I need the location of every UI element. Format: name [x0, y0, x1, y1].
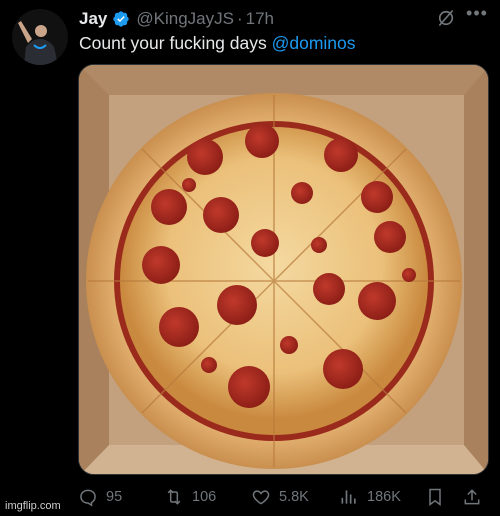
mention-link[interactable]: @dominos [272, 33, 356, 53]
bookmark-icon [429, 488, 441, 506]
tweet-text: Count your fucking days @dominos [79, 32, 356, 54]
reply-icon [80, 489, 96, 507]
tweet: Jay @KingJayJS · 17h ••• Count your fuck… [0, 0, 500, 516]
heart-icon [252, 490, 270, 505]
tweet-media-photo[interactable] [78, 64, 489, 475]
share-button[interactable] [462, 485, 490, 509]
bookmark-button[interactable] [425, 485, 453, 509]
verified-badge-icon [112, 10, 130, 28]
tweet-header: Jay @KingJayJS · 17h [79, 8, 274, 30]
avatar[interactable] [12, 9, 68, 65]
tweet-text-body: Count your fucking days [79, 33, 272, 53]
grok-icon[interactable] [436, 8, 456, 28]
author-name[interactable]: Jay [79, 9, 107, 29]
retweet-button[interactable]: 106 [164, 485, 216, 509]
watermark: imgflip.com [5, 500, 61, 512]
views-count: 186K [367, 489, 401, 505]
author-handle[interactable]: @KingJayJS [136, 9, 234, 29]
pizza-photo-icon [79, 65, 488, 474]
more-options-icon[interactable]: ••• [465, 4, 489, 26]
share-icon [464, 489, 480, 505]
like-count: 5.8K [279, 489, 309, 505]
separator-dot: · [236, 9, 243, 28]
action-bar: 95 106 5.8K 186K [78, 485, 490, 509]
timestamp[interactable]: 17h [246, 9, 274, 29]
reply-count: 95 [106, 489, 123, 505]
analytics-icon [341, 490, 356, 504]
retweet-icon [167, 489, 181, 505]
like-button[interactable]: 5.8K [251, 485, 309, 509]
reply-button[interactable]: 95 [78, 485, 122, 509]
views-button[interactable]: 186K [339, 485, 401, 509]
retweet-count: 106 [192, 489, 217, 505]
